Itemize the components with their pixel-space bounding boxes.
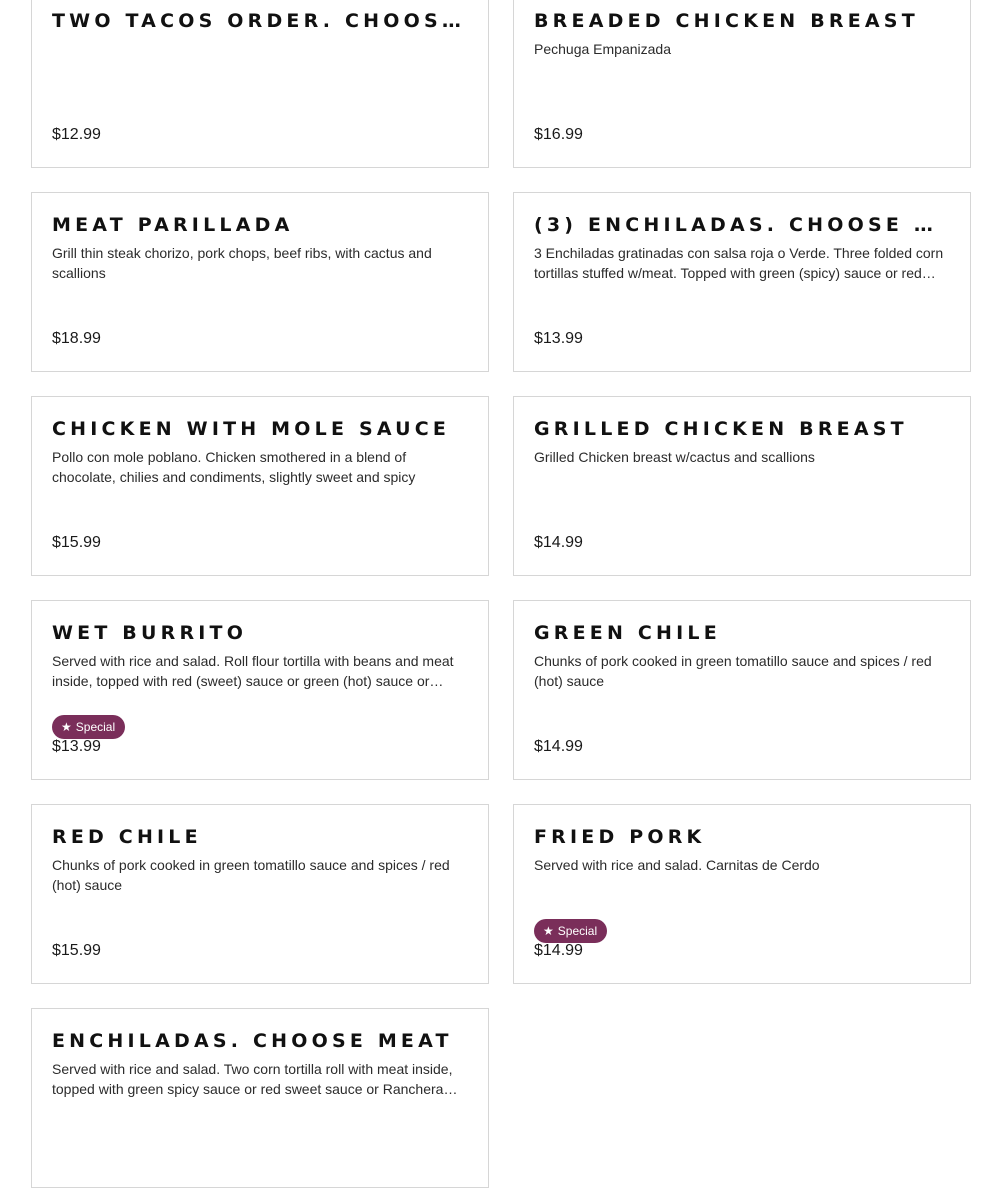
menu-item-title: (3) Enchiladas. Choose meat xyxy=(534,214,950,236)
menu-item-title: Wet Burrito xyxy=(52,622,248,644)
menu-item-title: Enchiladas. Choose meat xyxy=(52,1030,453,1052)
menu-item-price: $14.99 xyxy=(534,942,583,959)
menu-item-price: $16.99 xyxy=(534,126,583,143)
menu-item-price: $12.99 xyxy=(52,126,101,143)
menu-item-description: Pechuga Empanizada xyxy=(534,41,671,57)
menu-item-description: Grill thin steak chorizo, pork chops, be… xyxy=(52,245,432,281)
menu-item-title: Green Chile xyxy=(534,622,721,644)
menu-item-card[interactable]: Enchiladas. Choose meat Served with rice… xyxy=(31,1008,489,1188)
special-badge-label: Special xyxy=(557,924,598,938)
menu-item-description: Grilled Chicken breast w/cactus and scal… xyxy=(534,449,815,465)
menu-item-title: Grilled Chicken Breast xyxy=(534,418,908,440)
menu-item-description: Served with rice and salad. Roll flour t… xyxy=(52,653,454,689)
menu-item-title: Two tacos order. Choose meat xyxy=(52,10,468,32)
menu-item-card[interactable]: Green Chile Chunks of pork cooked in gre… xyxy=(513,600,971,780)
menu-item-card[interactable]: Wet Burrito Served with rice and salad. … xyxy=(31,600,489,780)
menu-item-price: $14.99 xyxy=(534,534,583,551)
menu-item-description: Served with rice and salad. Carnitas de … xyxy=(534,857,820,873)
menu-item-description: Chunks of pork cooked in green tomatillo… xyxy=(534,653,932,689)
menu-item-card[interactable]: Red Chile Chunks of pork cooked in green… xyxy=(31,804,489,984)
menu-item-card[interactable]: Meat Parillada Grill thin steak chorizo,… xyxy=(31,192,489,372)
menu-item-price: $15.99 xyxy=(52,534,101,551)
menu-item-price: $14.99 xyxy=(534,738,583,755)
menu-item-title: Meat Parillada xyxy=(52,214,294,236)
menu-item-title: Breaded Chicken Breast xyxy=(534,10,919,32)
menu-item-description: Served with rice and salad. Two corn tor… xyxy=(52,1061,453,1097)
menu-item-price: $15.99 xyxy=(52,942,101,959)
star-icon: ★ xyxy=(543,924,554,938)
menu-item-card[interactable]: Grilled Chicken Breast Grilled Chicken b… xyxy=(513,396,971,576)
menu-item-title: Red Chile xyxy=(52,826,202,848)
menu-grid: Two tacos order. Choose meat $12.99 Brea… xyxy=(31,0,971,1188)
special-badge: ★ Special xyxy=(52,715,126,739)
menu-item-price: $13.99 xyxy=(52,738,101,755)
menu-item-description: 3 Enchiladas gratinadas con salsa roja o… xyxy=(534,245,944,281)
star-icon: ★ xyxy=(61,720,72,734)
menu-item-description: Chunks of pork cooked in green tomatillo… xyxy=(52,857,450,893)
menu-item-description: Pollo con mole poblano. Chicken smothere… xyxy=(52,449,416,485)
menu-item-card[interactable]: Two tacos order. Choose meat $12.99 xyxy=(31,0,489,168)
special-badge-label: Special xyxy=(75,720,116,734)
menu-item-card[interactable]: Breaded Chicken Breast Pechuga Empanizad… xyxy=(513,0,971,168)
menu-item-card[interactable]: (3) Enchiladas. Choose meat 3 Enchiladas… xyxy=(513,192,971,372)
menu-item-card[interactable]: Chicken with Mole Sauce Pollo con mole p… xyxy=(31,396,489,576)
menu-item-card[interactable]: Fried Pork Served with rice and salad. C… xyxy=(513,804,971,984)
menu-item-title: Chicken with Mole Sauce xyxy=(52,418,451,440)
menu-item-price: $13.99 xyxy=(534,330,583,347)
special-badge: ★ Special xyxy=(534,919,608,943)
menu-item-title: Fried Pork xyxy=(534,826,706,848)
menu-item-price: $18.99 xyxy=(52,330,101,347)
